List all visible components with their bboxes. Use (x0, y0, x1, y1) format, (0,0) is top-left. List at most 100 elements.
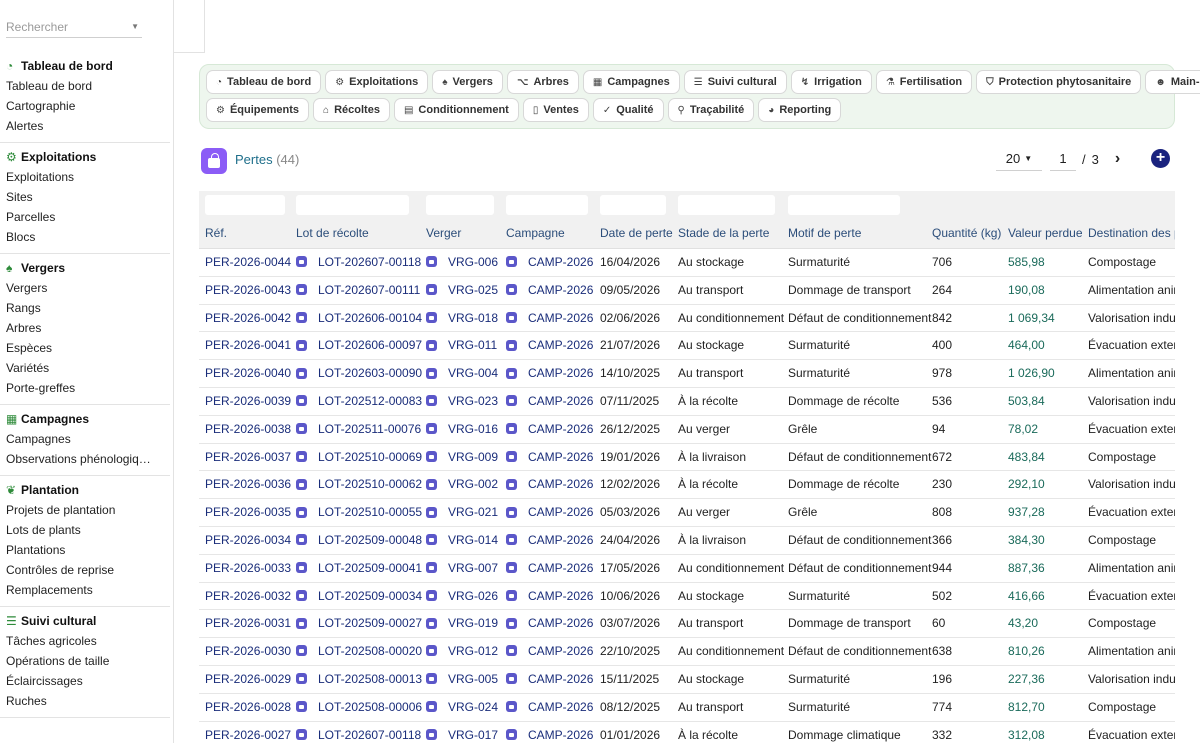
module-chip[interactable]: ▤ Conditionnement (393, 98, 519, 122)
sidebar-group-title[interactable]: ▦ Campagnes (0, 409, 170, 429)
record-link[interactable]: LOT-202511-00076 (318, 422, 421, 436)
record-link[interactable]: LOT-202508-00020 (318, 644, 422, 658)
sidebar-item[interactable]: Remplacements (0, 580, 170, 600)
record-link[interactable]: CAMP-2026 (528, 450, 593, 464)
table-cell[interactable]: CAMP-2026 (506, 471, 593, 498)
sidebar-item[interactable]: Lots de plants (0, 520, 170, 540)
column-header[interactable]: Réf. (205, 221, 227, 249)
table-cell[interactable]: VRG-023 (426, 388, 498, 415)
table-cell[interactable]: PER-2026-0037 (205, 444, 291, 471)
chevron-down-icon[interactable]: ▼ (131, 22, 139, 31)
table-cell[interactable]: CAMP-2026 (506, 416, 593, 443)
table-cell[interactable]: CAMP-2026 (506, 305, 593, 332)
table-row[interactable]: PER-2026-0034 LOT-202509-00048 VRG-014 CAMP… (199, 527, 1175, 555)
column-header[interactable]: Destination des p (1088, 221, 1175, 249)
record-link[interactable]: VRG-011 (448, 338, 497, 352)
module-chip[interactable]: ⌂ Récoltes (313, 98, 390, 122)
record-link[interactable]: VRG-006 (448, 255, 498, 269)
sidebar-item[interactable]: Variétés (0, 358, 170, 378)
table-cell[interactable]: VRG-026 (426, 583, 498, 610)
table-row[interactable]: PER-2026-0033 LOT-202509-00041 VRG-007 CAMP… (199, 555, 1175, 583)
sidebar-item[interactable]: Vergers (0, 278, 170, 298)
table-cell[interactable]: CAMP-2026 (506, 666, 593, 693)
column-filter-input[interactable] (788, 195, 900, 215)
sidebar-item[interactable]: Ruches (0, 691, 170, 711)
table-row[interactable]: PER-2026-0030 LOT-202508-00020 VRG-012 CAMP… (199, 638, 1175, 666)
table-cell[interactable]: VRG-007 (426, 555, 498, 582)
record-link[interactable]: CAMP-2026 (528, 366, 593, 380)
record-link[interactable]: VRG-021 (448, 505, 498, 519)
table-cell[interactable]: LOT-202508-00006 (296, 694, 422, 721)
table-cell[interactable]: CAMP-2026 (506, 277, 593, 304)
sidebar-item[interactable]: Contrôles de reprise (0, 560, 170, 580)
chevron-right-icon[interactable]: › (1115, 150, 1120, 168)
record-link[interactable]: LOT-202606-00104 (318, 311, 422, 325)
module-chip[interactable]: ◔ Tableau de bord (206, 70, 322, 94)
table-cell[interactable]: LOT-202508-00020 (296, 638, 422, 665)
column-filter-input[interactable] (506, 195, 588, 215)
module-chip[interactable]: ▦ Campagnes (582, 70, 680, 94)
module-chip[interactable]: ☰ Suivi cultural (683, 70, 787, 94)
record-link[interactable]: CAMP-2026 (528, 589, 593, 603)
table-cell[interactable]: PER-2026-0043 (205, 277, 291, 304)
table-cell[interactable]: PER-2026-0029 (205, 666, 291, 693)
table-cell[interactable]: PER-2026-0036 (205, 471, 291, 498)
sidebar-group-title[interactable]: ♠ Vergers (0, 258, 170, 278)
table-cell[interactable]: LOT-202510-00055 (296, 499, 422, 526)
table-cell[interactable]: PER-2026-0040 (205, 360, 291, 387)
sidebar-item[interactable]: Rangs (0, 298, 170, 318)
table-cell[interactable]: VRG-018 (426, 305, 498, 332)
table-cell[interactable]: PER-2026-0028 (205, 694, 291, 721)
record-link[interactable]: VRG-005 (448, 672, 498, 686)
module-chip[interactable]: ⚙ Équipements (206, 98, 310, 122)
table-cell[interactable]: LOT-202512-00083 (296, 388, 422, 415)
record-link[interactable]: LOT-202509-00048 (318, 533, 422, 547)
table-cell[interactable]: CAMP-2026 (506, 388, 593, 415)
table-row[interactable]: PER-2026-0038 LOT-202511-00076 VRG-016 CAMP… (199, 416, 1175, 444)
record-link[interactable]: LOT-202607-00111 (318, 283, 420, 297)
column-header[interactable]: Quantité (kg) (932, 221, 1001, 249)
search-select[interactable]: Rechercher ▼ (6, 16, 142, 38)
table-row[interactable]: PER-2026-0031 LOT-202509-00027 VRG-019 CAMP… (199, 610, 1175, 639)
table-cell[interactable]: VRG-019 (426, 610, 498, 637)
table-cell[interactable]: VRG-002 (426, 471, 498, 498)
sidebar-item[interactable]: Parcelles (0, 207, 170, 227)
record-link[interactable]: VRG-026 (448, 589, 498, 603)
sidebar-item[interactable]: Alertes (0, 116, 170, 136)
module-chip[interactable]: ⚙ Exploitations (325, 70, 429, 94)
record-link[interactable]: VRG-004 (448, 366, 498, 380)
column-filter-input[interactable] (426, 195, 494, 215)
table-cell[interactable]: LOT-202606-00104 (296, 305, 422, 332)
table-cell[interactable]: LOT-202509-00034 (296, 583, 422, 610)
sidebar-group-title[interactable]: ⚙ Exploitations (0, 147, 170, 167)
add-button[interactable]: + (1151, 149, 1170, 168)
table-cell[interactable]: PER-2026-0034 (205, 527, 291, 554)
sidebar-item[interactable]: Sites (0, 187, 170, 207)
sidebar-item[interactable]: Campagnes (0, 429, 170, 449)
table-cell[interactable]: LOT-202510-00069 (296, 444, 422, 471)
table-cell[interactable]: CAMP-2026 (506, 360, 593, 387)
table-cell[interactable]: VRG-025 (426, 277, 498, 304)
table-cell[interactable]: PER-2026-0033 (205, 555, 291, 582)
table-cell[interactable]: LOT-202508-00013 (296, 666, 422, 693)
record-link[interactable]: LOT-202508-00013 (318, 672, 422, 686)
module-chip[interactable]: ⛉ Protection phytosanitaire (976, 70, 1142, 94)
table-cell[interactable]: PER-2026-0044 (205, 249, 291, 276)
sidebar-item[interactable]: Espèces (0, 338, 170, 358)
sidebar-item[interactable]: Exploitations (0, 167, 170, 187)
column-header[interactable]: Valeur perdue (1008, 221, 1083, 249)
page-number-input[interactable]: 1 (1050, 147, 1076, 171)
record-link[interactable]: VRG-025 (448, 283, 498, 297)
sidebar-group-title[interactable]: ❦ Plantation (0, 480, 170, 500)
table-cell[interactable]: CAMP-2026 (506, 694, 593, 721)
sidebar-item[interactable]: Observations phénologiq… (0, 449, 170, 469)
record-link[interactable]: LOT-202607-00118 (318, 728, 421, 742)
table-row[interactable]: PER-2026-0028 LOT-202508-00006 VRG-024 CAMP… (199, 694, 1175, 722)
table-cell[interactable]: VRG-009 (426, 444, 498, 471)
module-chip[interactable]: ◕ Reporting (758, 98, 842, 122)
record-link[interactable]: CAMP-2026 (528, 311, 593, 325)
table-row[interactable]: PER-2026-0044 LOT-202607-00118 VRG-006 CAMP… (199, 249, 1175, 277)
module-chip[interactable]: ⚗ Fertilisation (875, 70, 973, 94)
record-link[interactable]: CAMP-2026 (528, 477, 593, 491)
table-cell[interactable]: LOT-202510-00062 (296, 471, 422, 498)
